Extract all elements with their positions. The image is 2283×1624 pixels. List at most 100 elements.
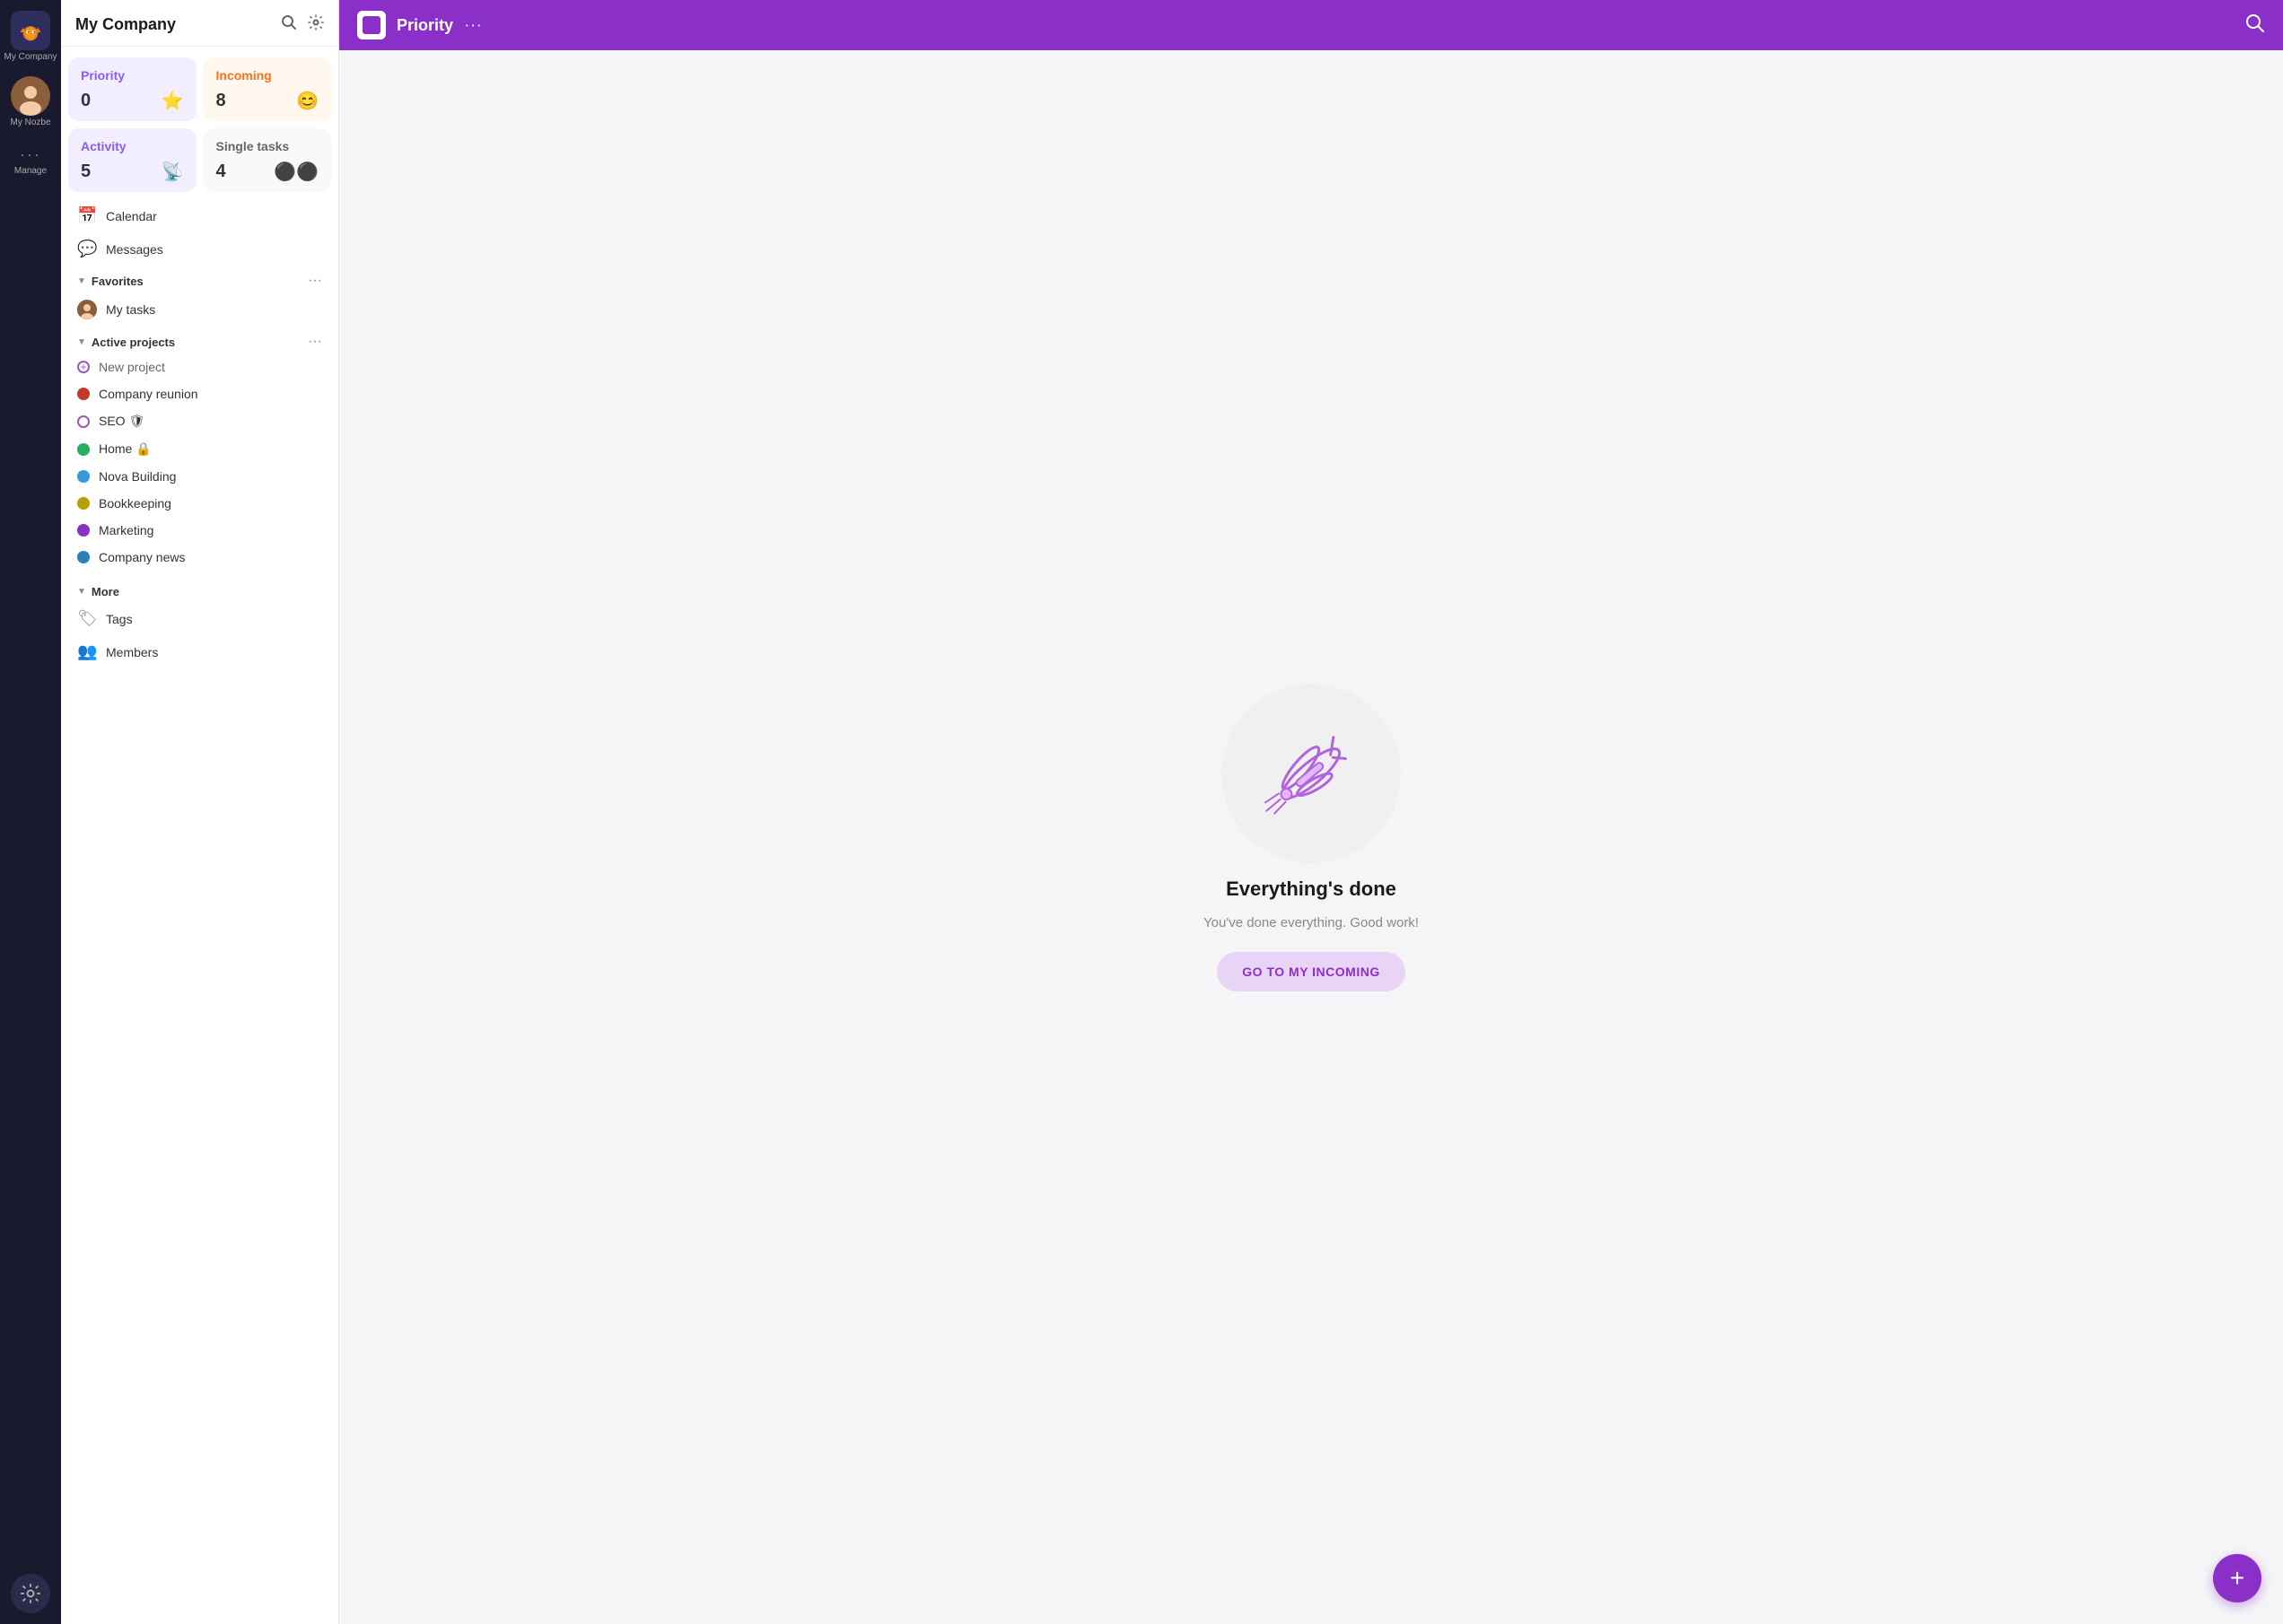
single-tasks-tile-bottom: 4 ⚫⚫ [216,161,319,183]
active-projects-section-header[interactable]: ▼ Active projects ··· [68,327,331,354]
app-name-label: My Company [4,52,57,62]
activity-rss-icon: 📡 [162,161,184,183]
sidebar-header-icons [281,14,324,35]
active-projects-section-title: Active projects [92,336,175,349]
priority-star-icon: ⭐ [162,90,184,112]
messages-label: Messages [106,242,163,257]
main-area: Priority ··· [339,0,2283,1624]
manage-dots-icon: ··· [20,145,41,164]
my-tasks-label: My tasks [106,302,155,317]
icon-bar: My Company My Nozbe ··· Manage [0,0,61,1624]
favorites-more-button[interactable]: ··· [308,273,322,289]
project-item-marketing[interactable]: Marketing [68,517,331,544]
active-projects-more-button[interactable]: ··· [308,334,322,350]
top-bar-right [2245,13,2265,38]
tags-label: Tags [106,612,133,626]
top-bar: Priority ··· [339,0,2283,50]
calendar-label: Calendar [106,209,157,223]
sidebar-header: My Company [61,0,338,47]
incoming-count: 8 [216,91,226,111]
project-item-company-news[interactable]: Company news [68,544,331,571]
manage-label: Manage [14,166,47,176]
members-label: Members [106,645,158,659]
project-dot-company-reunion [77,388,90,400]
top-bar-search-button[interactable] [2245,13,2265,36]
user-avatar[interactable] [11,76,50,116]
empty-state-subtitle: You've done everything. Good work! [1203,915,1419,930]
airplane-illustration [1221,684,1401,863]
project-label-bookkeeping: Bookkeeping [99,496,171,511]
my-tasks-avatar [77,300,97,319]
priority-tile[interactable]: Priority 0 ⭐ [68,57,197,121]
more-section-title: More [92,585,119,598]
sidebar-scroll: Priority 0 ⭐ Incoming 8 😊 Activity 5 📡 [61,47,338,1624]
messages-nav-item[interactable]: 💬 Messages [68,232,331,266]
project-dot-marketing [77,524,90,537]
favorites-arrow-icon: ▼ [77,276,86,286]
content-area: Everything's done You've done everything… [339,50,2283,1624]
fab-add-button[interactable]: + [2213,1554,2261,1602]
messages-icon: 💬 [77,240,97,258]
more-section-header[interactable]: ▼ More [68,578,331,602]
project-label-company-news: Company news [99,550,186,564]
app-logo-item[interactable]: My Company [4,11,57,62]
project-item-seo[interactable]: SEO 🛡 [68,407,331,435]
members-nav-item[interactable]: 👥 Members [68,635,331,668]
app-logo-avatar[interactable] [11,11,50,50]
project-dot-company-news [77,551,90,563]
new-project-label: New project [99,360,165,374]
sidebar-settings-button[interactable] [308,14,324,35]
project-item-bookkeeping[interactable]: Bookkeeping [68,490,331,517]
incoming-tile[interactable]: Incoming 8 😊 [204,57,332,121]
activity-tile-label: Activity [81,139,184,153]
project-dot-nova-building [77,470,90,483]
activity-count: 5 [81,162,91,182]
empty-state: Everything's done You've done everything… [1203,684,1419,991]
incoming-tile-label: Incoming [216,68,319,83]
project-label-home: Home 🔒 [99,441,152,457]
priority-tile-label: Priority [81,68,184,83]
incoming-emoji-icon: 😊 [296,90,319,112]
tiles-grid: Priority 0 ⭐ Incoming 8 😊 Activity 5 📡 [68,57,331,192]
project-label-marketing: Marketing [99,523,153,537]
my-tasks-item[interactable]: My tasks [68,292,331,327]
manage-item[interactable]: ··· Manage [14,142,47,176]
top-bar-title: Priority [397,16,453,35]
single-tasks-tile-label: Single tasks [216,139,319,153]
project-item-company-reunion[interactable]: Company reunion [68,380,331,407]
settings-icon[interactable] [11,1574,50,1613]
activity-tile[interactable]: Activity 5 📡 [68,128,197,192]
priority-count: 0 [81,91,91,111]
project-item-nova-building[interactable]: Nova Building [68,463,331,490]
single-tasks-tile[interactable]: Single tasks 4 ⚫⚫ [204,128,332,192]
more-arrow-icon: ▼ [77,587,86,597]
project-dot-seo [77,415,90,428]
project-label-seo: SEO 🛡 [99,414,144,429]
calendar-nav-item[interactable]: 📅 Calendar [68,199,331,232]
project-label-nova-building: Nova Building [99,469,176,484]
priority-tile-bottom: 0 ⭐ [81,90,184,112]
favorites-section-title: Favorites [92,275,144,288]
calendar-icon: 📅 [77,206,97,225]
project-dot-home [77,443,90,456]
new-project-plus-icon: + [77,361,90,373]
top-bar-more-button[interactable]: ··· [464,15,482,36]
top-bar-logo-inner [363,16,380,34]
single-tasks-count: 4 [216,162,226,182]
go-to-incoming-button[interactable]: GO TO MY INCOMING [1217,952,1404,991]
sidebar: My Company Priority 0 [61,0,339,1624]
members-icon: 👥 [77,642,97,661]
my-nozbe-item[interactable]: My Nozbe [10,76,50,127]
project-item-home[interactable]: Home 🔒 [68,435,331,463]
project-dot-bookkeeping [77,497,90,510]
my-nozbe-label: My Nozbe [10,118,50,127]
tags-nav-item[interactable]: 🏷 Tags [68,602,331,635]
manage-icon-container[interactable]: ··· [20,145,41,164]
sidebar-title: My Company [75,15,176,34]
top-bar-logo [357,11,386,39]
new-project-button[interactable]: + New project [68,354,331,380]
favorites-section-header[interactable]: ▼ Favorites ··· [68,266,331,292]
sidebar-search-button[interactable] [281,14,297,35]
incoming-tile-bottom: 8 😊 [216,90,319,112]
tags-icon: 🏷 [77,609,97,628]
